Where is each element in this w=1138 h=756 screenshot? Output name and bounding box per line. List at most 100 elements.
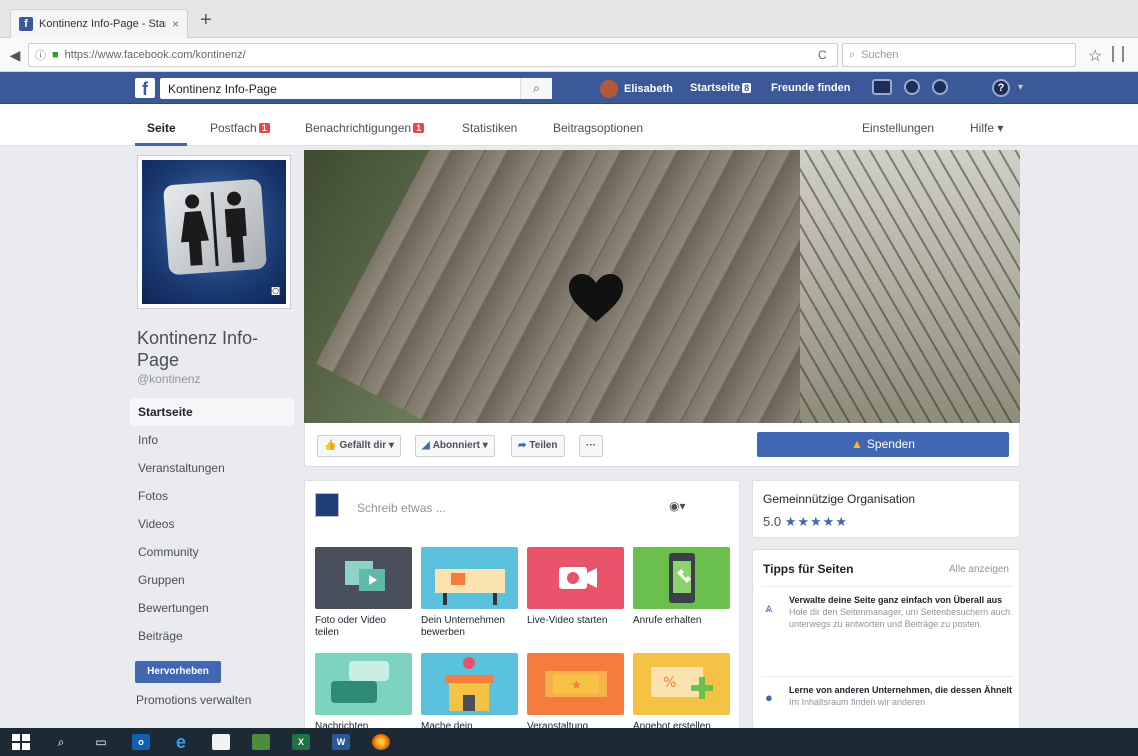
new-tab-button[interactable]: + (200, 10, 212, 30)
more-button[interactable]: ··· (579, 435, 603, 457)
billboard-icon (421, 547, 518, 609)
profile-picture[interactable]: ◙ (137, 155, 291, 309)
facebook-search[interactable]: Kontinenz Info-Page ⌕ (160, 78, 552, 99)
shop-illustration-icon (445, 657, 493, 711)
organization-type: Gemeinnützige Organisation (763, 492, 916, 506)
browser-search-field[interactable]: ⌕ Suchen (842, 43, 1076, 67)
tile-calls[interactable]: Anrufe erhalten (633, 547, 730, 627)
notifications-globe-icon[interactable] (932, 79, 948, 95)
browser-search-placeholder: Suchen (861, 49, 899, 61)
tab-beitragsoptionen[interactable]: Beitragsoptionen (553, 121, 643, 135)
pages-manager-icon: ⩓ (765, 600, 773, 615)
tab-postfach[interactable]: Postfach 1 (210, 121, 270, 135)
word-icon[interactable]: W (332, 734, 350, 750)
promote-button[interactable]: Hervorheben (135, 661, 221, 683)
tile-make-your[interactable]: Mache dein (421, 653, 518, 729)
share-arrow-icon: ➦ (518, 440, 527, 451)
audience-globe-icon[interactable]: ◉▾ (669, 499, 686, 513)
branches-image (800, 150, 1020, 423)
svg-text:★: ★ (571, 678, 582, 692)
rating-value: 5.0 (763, 514, 782, 529)
sidebar-item-videos[interactable]: Videos (130, 510, 294, 538)
tab-benachrichtigungen[interactable]: Benachrichtigungen 1 (305, 121, 425, 135)
tile-label: Anrufe erhalten (633, 615, 702, 626)
bookmark-star-icon[interactable]: ☆ (1088, 46, 1102, 66)
account-menu-chevron-icon[interactable]: ▾ (1018, 82, 1023, 93)
composer-input[interactable]: Schreib etwas ... (357, 501, 446, 515)
manage-promotions-link[interactable]: Promotions verwalten (136, 693, 251, 707)
address-bar[interactable]: ⓘ ■ https://www.facebook.com/kontinenz/ (28, 43, 838, 67)
sidebar-item-veranstaltungen[interactable]: Veranstaltungen (130, 454, 294, 482)
tips-see-all-link[interactable]: Alle anzeigen (949, 564, 1009, 575)
avatar (600, 80, 618, 98)
sidebar-item-community[interactable]: Community (130, 538, 294, 566)
coupon-illustration-icon: % (651, 667, 713, 699)
search-icon: ⌕ (849, 48, 856, 61)
tab-hilfe[interactable]: Hilfe ▾ (970, 121, 1003, 135)
browser-tab[interactable]: f Kontinenz Info-Page - Start × (10, 9, 188, 38)
tile-live-video[interactable]: Live-Video starten (527, 547, 624, 627)
tile-messages[interactable]: Nachrichten (315, 653, 412, 729)
tile-photo-video[interactable]: Foto oder Video teilen (315, 547, 412, 639)
search-icon[interactable]: ⌕ (52, 734, 70, 750)
home-link[interactable]: Startseite 8 (690, 82, 752, 94)
follow-label: Abonniert ▾ (432, 440, 488, 451)
rating[interactable]: 5.0 ★★★★★ (763, 514, 848, 530)
close-tab-icon[interactable]: × (172, 17, 179, 31)
donate-button[interactable]: ▲ Spenden (757, 432, 1009, 457)
tip-item[interactable]: ⩓ Verwalte deine Seite ganz einfach von … (761, 594, 1013, 630)
windows-start-icon[interactable] (12, 734, 30, 750)
facebook-logo-icon[interactable]: f (135, 78, 155, 99)
sidebar-item-bewertungen[interactable]: Bewertungen (130, 594, 294, 622)
tip-item[interactable]: ● Lerne von anderen Unternehmen, die des… (761, 684, 1013, 708)
tab-seite[interactable]: Seite (147, 121, 176, 135)
browser-tab-title: Kontinenz Info-Page - Start (39, 18, 166, 30)
tips-title: Tipps für Seiten (763, 562, 854, 576)
outlook-icon[interactable]: o (132, 734, 150, 750)
divider (761, 586, 1013, 587)
page-handle[interactable]: @kontinenz (137, 372, 201, 386)
help-icon[interactable]: ? (992, 79, 1010, 97)
post-composer: Schreib etwas ... ◉▾ Foto oder Video tei… (304, 480, 740, 730)
share-button[interactable]: ➦ Teilen (511, 435, 565, 457)
info-icon[interactable]: ⓘ (35, 47, 46, 63)
file-explorer-icon[interactable] (252, 734, 270, 750)
tab-einstellungen[interactable]: Einstellungen (862, 121, 934, 135)
url-text[interactable]: https://www.facebook.com/kontinenz/ (65, 49, 831, 61)
facebook-search-input[interactable]: Kontinenz Info-Page (160, 82, 520, 96)
sidebar-item-info[interactable]: Info (130, 426, 294, 454)
tile-label: Foto oder Video teilen (315, 615, 386, 638)
ticket-illustration-icon: ★ (545, 671, 607, 697)
camera-icon[interactable]: ◙ (272, 282, 280, 298)
follow-button[interactable]: ◢ Abonniert ▾ (415, 435, 495, 457)
tile-promote-business[interactable]: Dein Unternehmen bewerben (421, 547, 518, 639)
heart-cutout-icon (569, 274, 623, 322)
search-icon[interactable]: ⌕ (520, 78, 552, 99)
sidebar-item-fotos[interactable]: Fotos (130, 482, 294, 510)
library-icon[interactable] (1112, 46, 1124, 62)
ticket-icon: ★ (527, 653, 624, 715)
tab-statistiken[interactable]: Statistiken (462, 121, 517, 135)
store-icon[interactable] (212, 734, 230, 750)
sidebar-item-startseite[interactable]: Startseite (130, 398, 294, 426)
organization-card: Gemeinnützige Organisation 5.0 ★★★★★ (752, 480, 1020, 538)
tile-create-offer[interactable]: % Angebot erstellen (633, 653, 730, 729)
firefox-icon[interactable] (372, 734, 390, 750)
find-friends-link[interactable]: Freunde finden (771, 82, 850, 94)
profile-link[interactable]: Elisabeth (600, 80, 673, 98)
tile-event[interactable]: ★ Veranstaltung (527, 653, 624, 729)
reload-icon[interactable]: C (818, 48, 827, 62)
messages-icon[interactable] (904, 79, 920, 95)
cover-photo[interactable] (304, 150, 1020, 423)
excel-icon[interactable]: X (292, 734, 310, 750)
billboard-illustration-icon (435, 569, 505, 605)
edge-browser-icon[interactable]: e (172, 733, 190, 751)
back-arrow-icon[interactable]: ◀ (6, 46, 24, 64)
page-avatar (315, 493, 339, 517)
like-button[interactable]: 👍 Gefällt dir ▾ (317, 435, 401, 457)
task-view-icon[interactable]: ▭ (92, 734, 110, 750)
sidebar-item-gruppen[interactable]: Gruppen (130, 566, 294, 594)
sidebar-item-beitraege[interactable]: Beiträge (130, 622, 294, 650)
friend-requests-icon[interactable] (872, 79, 892, 95)
like-label: Gefällt dir ▾ (339, 440, 394, 451)
